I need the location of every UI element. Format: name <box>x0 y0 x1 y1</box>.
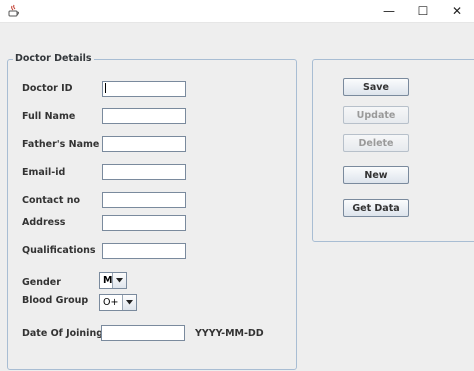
fathers-name-label: Father's Name <box>22 139 100 150</box>
text-caret <box>105 83 106 93</box>
delete-button[interactable]: Delete <box>343 134 409 152</box>
gender-select[interactable]: M <box>99 272 127 289</box>
full-name-label: Full Name <box>22 111 76 122</box>
date-of-joining-label: Date Of Joining <box>22 328 104 339</box>
chevron-down-icon <box>126 300 133 305</box>
java-cup-icon <box>7 4 21 18</box>
minimize-button[interactable]: — <box>372 0 406 22</box>
close-button[interactable]: ✕ <box>440 0 474 22</box>
email-field[interactable] <box>102 164 186 180</box>
contact-label: Contact no <box>22 195 80 206</box>
full-name-field[interactable] <box>102 108 186 124</box>
blood-group-label: Blood Group <box>22 295 89 306</box>
date-format-hint: YYYY-MM-DD <box>195 328 264 339</box>
date-of-joining-field[interactable] <box>101 325 185 341</box>
doctor-id-label: Doctor ID <box>22 83 73 94</box>
gender-label: Gender <box>22 277 61 288</box>
address-field[interactable] <box>102 215 186 231</box>
new-button[interactable]: New <box>343 166 409 184</box>
qualifications-field[interactable] <box>102 243 186 259</box>
contact-field[interactable] <box>102 192 186 208</box>
blood-group-selected-value: O+ <box>103 297 119 308</box>
window-titlebar: — ☐ ✕ <box>0 0 474 23</box>
email-label: Email-id <box>22 167 66 178</box>
gender-dropdown-arrow[interactable] <box>112 273 126 288</box>
save-button[interactable]: Save <box>343 78 409 96</box>
maximize-button[interactable]: ☐ <box>406 0 440 22</box>
qualifications-label: Qualifications <box>22 245 96 256</box>
get-data-button[interactable]: Get Data <box>343 199 409 217</box>
update-button[interactable]: Update <box>343 106 409 124</box>
doctor-id-field[interactable] <box>102 81 186 97</box>
blood-group-dropdown-arrow[interactable] <box>122 295 136 310</box>
chevron-down-icon <box>116 278 123 283</box>
blood-group-select[interactable]: O+ <box>99 294 137 311</box>
fathers-name-field[interactable] <box>102 136 186 152</box>
doctor-details-legend: Doctor Details <box>13 53 94 64</box>
address-label: Address <box>22 217 66 228</box>
